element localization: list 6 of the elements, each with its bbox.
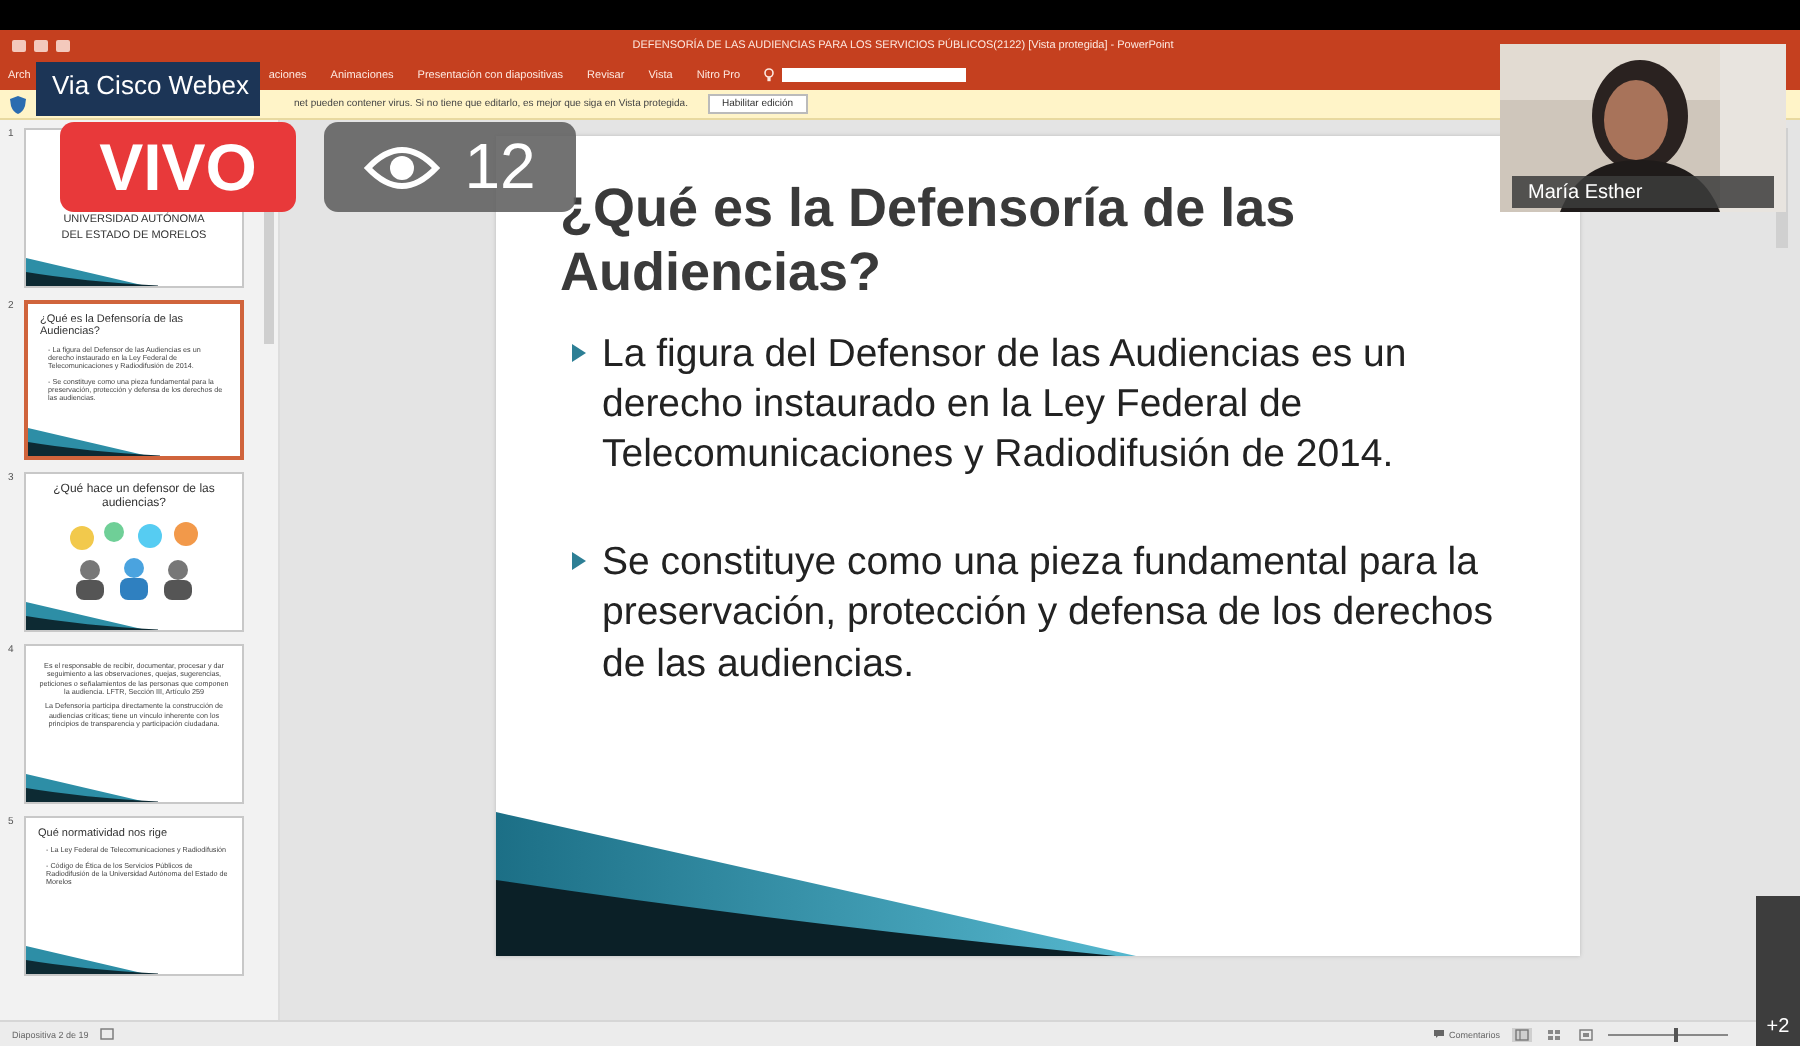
participant-name: María Esther — [1512, 176, 1774, 208]
viewer-count-overlay: 12 — [324, 122, 576, 212]
live-badge-overlay: VIVO — [60, 122, 296, 212]
bullet-text: Se constituye como una pieza fundamental para la preservación, protección y defensa de los derechos de las audiencias. — [602, 537, 1496, 689]
brand-label: Via Cisco Webex — [36, 62, 260, 116]
bullet-text: La figura del Defensor de las Audiencias es un derecho instaurado en la Ley Federal de Telecomunicaciones y Radiodifusión de 2014. — [602, 329, 1409, 481]
